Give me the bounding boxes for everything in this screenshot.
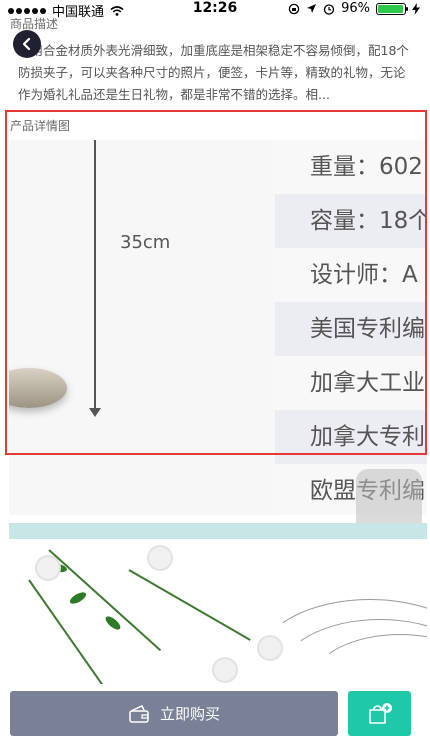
spec-row: 美国专利编 bbox=[275, 302, 427, 356]
description-title: 商品描述 bbox=[10, 17, 59, 31]
status-bar: 中国联通 12:26 96% bbox=[0, 0, 430, 20]
stem bbox=[48, 549, 162, 652]
spec-row: 容量：18个 bbox=[275, 194, 427, 248]
detail-title: 产品详情图 bbox=[10, 119, 71, 133]
add-to-cart-button[interactable] bbox=[348, 691, 411, 736]
battery-fill bbox=[378, 4, 403, 13]
spec-row: 加拿大工业 bbox=[275, 356, 427, 410]
flower bbox=[149, 547, 171, 569]
product-base bbox=[9, 368, 67, 408]
stem bbox=[28, 579, 105, 684]
leaf bbox=[103, 614, 123, 632]
charging-icon bbox=[412, 2, 420, 15]
spec-list: 重量：602 容量：18个 设计师：A 美国专利编 加拿大工业 加拿大专利 欧盟… bbox=[275, 140, 427, 515]
spec-row: 加拿大专利 bbox=[275, 410, 427, 464]
bottom-bar: 立即购买 bbox=[0, 684, 430, 744]
buy-now-label: 立即购买 bbox=[159, 705, 220, 723]
status-right: 96% bbox=[288, 1, 420, 16]
flower bbox=[37, 557, 59, 579]
measure-label: 35cm bbox=[120, 232, 171, 253]
spec-row: 重量：602 bbox=[275, 140, 427, 194]
buy-now-button[interactable]: 立即购买 bbox=[10, 691, 338, 736]
stem bbox=[128, 569, 251, 641]
add-cart-icon bbox=[368, 702, 392, 724]
measure-line bbox=[94, 140, 96, 415]
image-top-band bbox=[9, 523, 427, 539]
product-detail-image: 35cm 重量：602 容量：18个 设计师：A 美国专利编 加拿大工业 加拿大… bbox=[9, 140, 427, 515]
battery-percent: 96% bbox=[341, 1, 370, 16]
alarm-icon bbox=[323, 3, 335, 15]
spec-row: 设计师：A bbox=[275, 248, 427, 302]
battery-icon bbox=[376, 2, 408, 15]
description-text: 采用合金材质外表光滑细致，加重底座是相架稳定不容易倾倒，配18个防损夹子，可以夹… bbox=[18, 43, 409, 102]
chevron-left-icon bbox=[22, 37, 31, 51]
flower bbox=[214, 659, 236, 681]
product-photo: 35cm bbox=[9, 140, 275, 515]
rotation-lock-icon bbox=[288, 3, 300, 14]
location-icon bbox=[307, 4, 317, 13]
measure-arrow bbox=[89, 408, 101, 417]
wallet-icon bbox=[129, 704, 149, 723]
leaf bbox=[68, 590, 88, 606]
product-flower-image bbox=[9, 539, 427, 684]
back-button[interactable] bbox=[13, 30, 41, 58]
